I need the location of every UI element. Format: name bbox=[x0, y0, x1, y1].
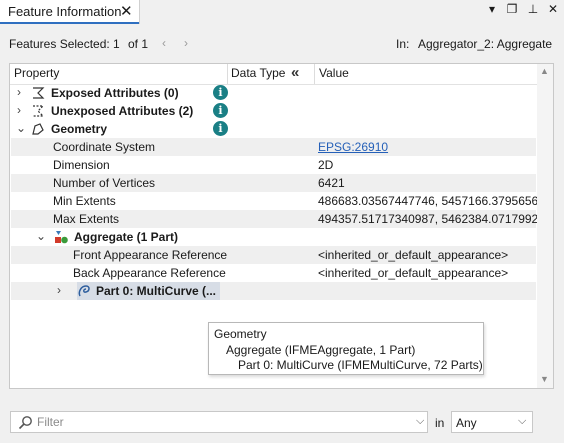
pin-icon[interactable]: ⊥ bbox=[526, 2, 540, 20]
geometry-tooltip: Geometry Aggregate (IFMEAggregate, 1 Par… bbox=[208, 322, 484, 375]
row-label: Part 0: MultiCurve (... bbox=[96, 284, 217, 298]
filter-in-label: in bbox=[435, 416, 445, 430]
filter-scope-select[interactable]: Any ⌵ bbox=[451, 411, 533, 433]
collapse-column-icon[interactable]: « bbox=[291, 64, 299, 81]
next-feature-button[interactable]: › bbox=[184, 36, 188, 50]
row-label: Dimension bbox=[53, 158, 110, 172]
row-label: Geometry bbox=[51, 122, 108, 136]
column-divider[interactable] bbox=[314, 64, 315, 84]
tree-row-min-extents[interactable]: Min Extents 486683.03567447746, 5457166.… bbox=[11, 192, 539, 210]
multicurve-icon bbox=[78, 285, 90, 297]
column-header-value[interactable]: Value bbox=[319, 66, 349, 80]
search-icon bbox=[18, 416, 32, 430]
scroll-up-arrow-icon[interactable]: ▲ bbox=[540, 66, 549, 76]
tree-row-exposed-attributes[interactable]: › Exposed Attributes (0) i bbox=[11, 84, 536, 102]
info-icon[interactable]: i bbox=[213, 85, 228, 100]
exposed-attributes-icon bbox=[33, 87, 45, 99]
tree-row-front-appearance[interactable]: Front Appearance Reference <inherited_or… bbox=[11, 246, 536, 264]
in-label: In: bbox=[396, 37, 410, 51]
geometry-icon bbox=[32, 123, 44, 135]
tree-row-back-appearance[interactable]: Back Appearance Reference <inherited_or_… bbox=[11, 264, 536, 282]
vertical-scrollbar[interactable]: ▲ ▼ bbox=[537, 64, 553, 388]
row-label: Aggregate (1 Part) bbox=[74, 230, 179, 244]
coordinate-system-link[interactable]: EPSG:26910 bbox=[318, 140, 388, 154]
tab-feature-information[interactable]: Feature Information ✕ bbox=[0, 0, 140, 24]
tree-row-max-extents[interactable]: Max Extents 494357.51717340987, 5462384.… bbox=[11, 210, 552, 228]
tree-row-number-of-vertices[interactable]: Number of Vertices 6421 bbox=[11, 174, 536, 192]
scroll-down-arrow-icon[interactable]: ▼ bbox=[540, 374, 549, 384]
features-selected-label: Features Selected: bbox=[9, 37, 110, 51]
close-panel-icon[interactable]: ✕ bbox=[546, 2, 560, 20]
filter-scope-value: Any bbox=[456, 416, 477, 430]
tab-active-indicator bbox=[0, 22, 139, 24]
tooltip-line-1: Geometry bbox=[214, 327, 267, 341]
row-label: Back Appearance Reference bbox=[73, 266, 226, 280]
column-divider[interactable] bbox=[227, 64, 228, 84]
aggregate-icon bbox=[55, 231, 68, 244]
restore-icon[interactable]: ❐ bbox=[505, 2, 519, 20]
grid-header: Property Data Type « Value bbox=[10, 64, 537, 85]
tab-title: Feature Information bbox=[8, 4, 122, 19]
tab-bar: Feature Information ✕ ▾ ❐ ⊥ ✕ bbox=[0, 0, 564, 24]
row-value: 6421 bbox=[318, 176, 345, 190]
tree-row-unexposed-attributes[interactable]: › Unexposed Attributes (2) i bbox=[11, 102, 536, 120]
row-value: <inherited_or_default_appearance> bbox=[318, 248, 509, 262]
panel-menu-icon[interactable]: ▾ bbox=[485, 2, 499, 20]
expand-arrow-icon[interactable]: › bbox=[17, 103, 21, 117]
tooltip-line-2: Aggregate (IFMEAggregate, 1 Part) bbox=[226, 343, 416, 357]
unexposed-attributes-icon bbox=[33, 105, 45, 117]
tab-close-icon[interactable]: ✕ bbox=[120, 2, 133, 20]
row-value: 486683.03567447746, 5457166.3795656 bbox=[318, 194, 539, 208]
row-value: 494357.51717340987, 5462384.071799235 bbox=[318, 212, 552, 226]
tree-row-part-0[interactable]: › Part 0: MultiCurve (... bbox=[11, 282, 536, 300]
source-transformer: Aggregator_2: Aggregate bbox=[418, 37, 553, 51]
row-value: 2D bbox=[318, 158, 334, 172]
info-icon[interactable]: i bbox=[213, 103, 228, 118]
tree-row-dimension[interactable]: Dimension 2D bbox=[11, 156, 536, 174]
info-icon[interactable]: i bbox=[213, 121, 228, 136]
feature-index: 1 bbox=[113, 37, 120, 51]
tree-row-geometry[interactable]: ⌄ Geometry i bbox=[11, 120, 536, 138]
feature-total: of 1 bbox=[128, 37, 149, 51]
tree-row-coordinate-system[interactable]: Coordinate System EPSG:26910 bbox=[11, 138, 536, 156]
tooltip-line-3: Part 0: MultiCurve (IFMEMultiCurve, 72 P… bbox=[238, 358, 483, 372]
row-label: Number of Vertices bbox=[53, 176, 156, 190]
row-value: <inherited_or_default_appearance> bbox=[318, 266, 509, 280]
row-label: Unexposed Attributes (2) bbox=[51, 104, 194, 118]
expand-arrow-icon[interactable]: › bbox=[57, 283, 61, 297]
chevron-down-icon[interactable]: ⌵ bbox=[518, 415, 526, 428]
row-label: Coordinate System bbox=[53, 140, 156, 154]
filter-input[interactable] bbox=[37, 414, 407, 430]
collapse-arrow-icon[interactable]: ⌄ bbox=[16, 121, 26, 135]
tree-row-aggregate[interactable]: ⌄ Aggregate (1 Part) bbox=[11, 228, 536, 246]
prev-feature-button[interactable]: ‹ bbox=[162, 36, 166, 50]
filter-history-dropdown-icon[interactable]: ⌵ bbox=[416, 415, 424, 428]
expand-arrow-icon[interactable]: › bbox=[17, 85, 21, 99]
row-label: Front Appearance Reference bbox=[73, 248, 228, 262]
column-header-data-type[interactable]: Data Type bbox=[231, 66, 285, 80]
collapse-arrow-icon[interactable]: ⌄ bbox=[36, 229, 46, 243]
filter-box: ⌵ bbox=[10, 411, 428, 433]
column-header-property[interactable]: Property bbox=[14, 66, 59, 80]
row-label: Max Extents bbox=[53, 212, 120, 226]
row-label: Exposed Attributes (0) bbox=[51, 86, 179, 100]
row-label: Min Extents bbox=[53, 194, 116, 208]
